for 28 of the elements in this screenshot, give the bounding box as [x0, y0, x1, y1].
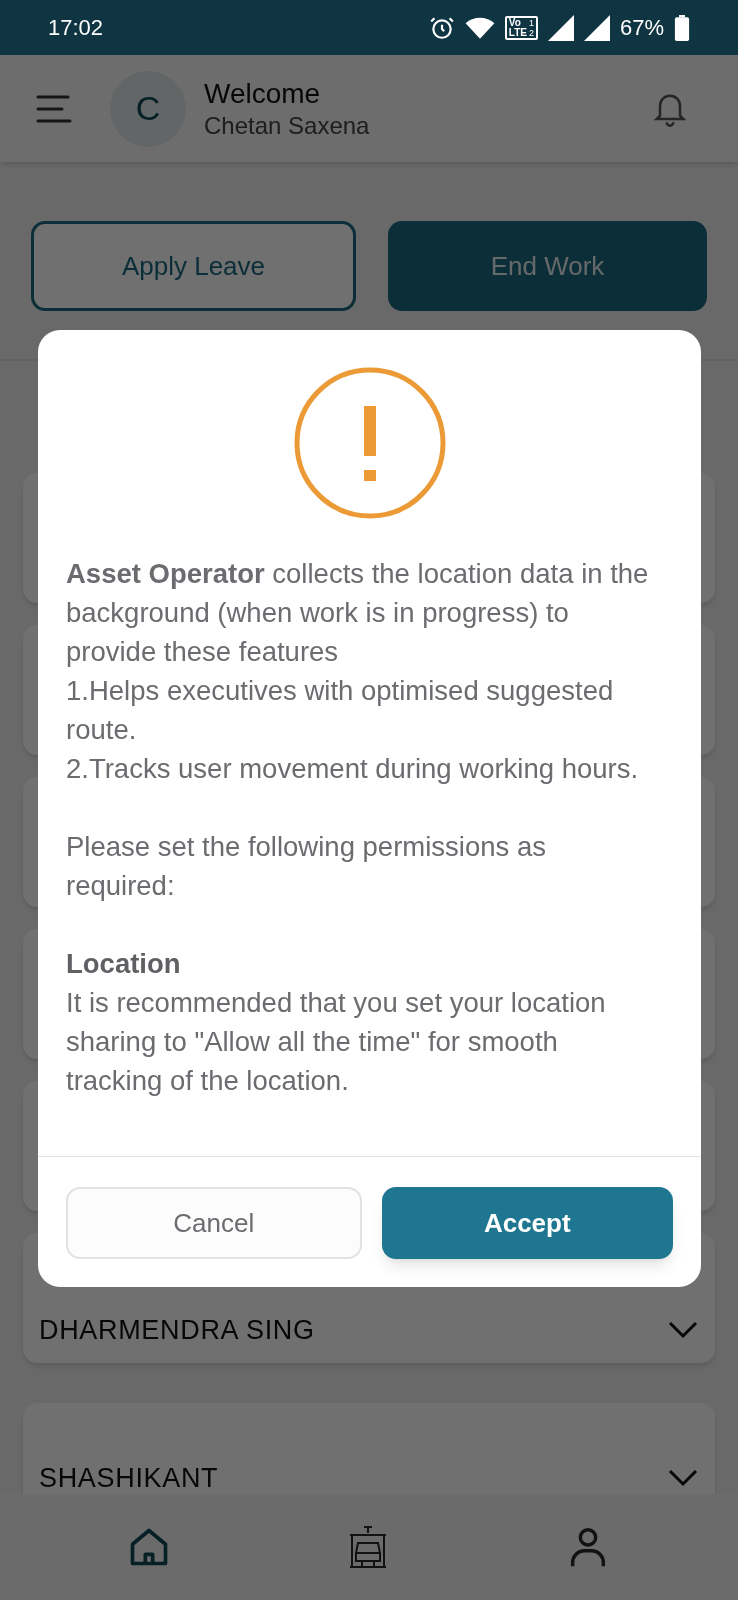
battery-percent: 67%: [619, 14, 664, 42]
wifi-icon: [464, 15, 495, 40]
user-name: Chetan Saxena: [204, 110, 370, 141]
employee-name: SHASHIKANT: [39, 1461, 219, 1495]
apply-leave-button[interactable]: Apply Leave: [31, 221, 356, 311]
chevron-down-icon[interactable]: [667, 1468, 699, 1488]
greeting-text: Welcome: [204, 76, 322, 111]
sim-number: 1: [528, 17, 534, 28]
battery-icon: [674, 14, 690, 41]
section-heading: Location: [66, 947, 182, 981]
dialog-text: 2.Tracks user movement during working hours.: [66, 752, 640, 786]
dialog-text: Asset Operator collects the location data in the background (when work is in progress) to provide these features: [66, 557, 650, 669]
warning-icon: [292, 366, 447, 520]
chevron-down-icon[interactable]: [667, 1320, 699, 1340]
accept-button[interactable]: Accept: [381, 1187, 673, 1259]
lte-label: LTE: [508, 27, 527, 38]
sim-number: 2: [528, 27, 534, 38]
dialog-text: Please set the following permissions as required:: [66, 830, 547, 903]
clock-time: 17:02: [48, 14, 104, 42]
cancel-button[interactable]: Cancel: [66, 1187, 362, 1259]
dialog-text: 1.Helps executives with optimised suggested route.: [66, 674, 615, 747]
volte-label: Vo: [508, 17, 522, 28]
dialog-text: It is recommended that you set your location sharing to "Allow all the time" for smooth tracking of the location.: [66, 986, 607, 1098]
avatar: C: [110, 70, 186, 147]
signal-icon: [547, 14, 574, 41]
signal-icon: [583, 14, 610, 41]
end-work-button[interactable]: End Work: [388, 221, 707, 311]
employee-name: DHARMENDRA SING: [39, 1313, 315, 1347]
